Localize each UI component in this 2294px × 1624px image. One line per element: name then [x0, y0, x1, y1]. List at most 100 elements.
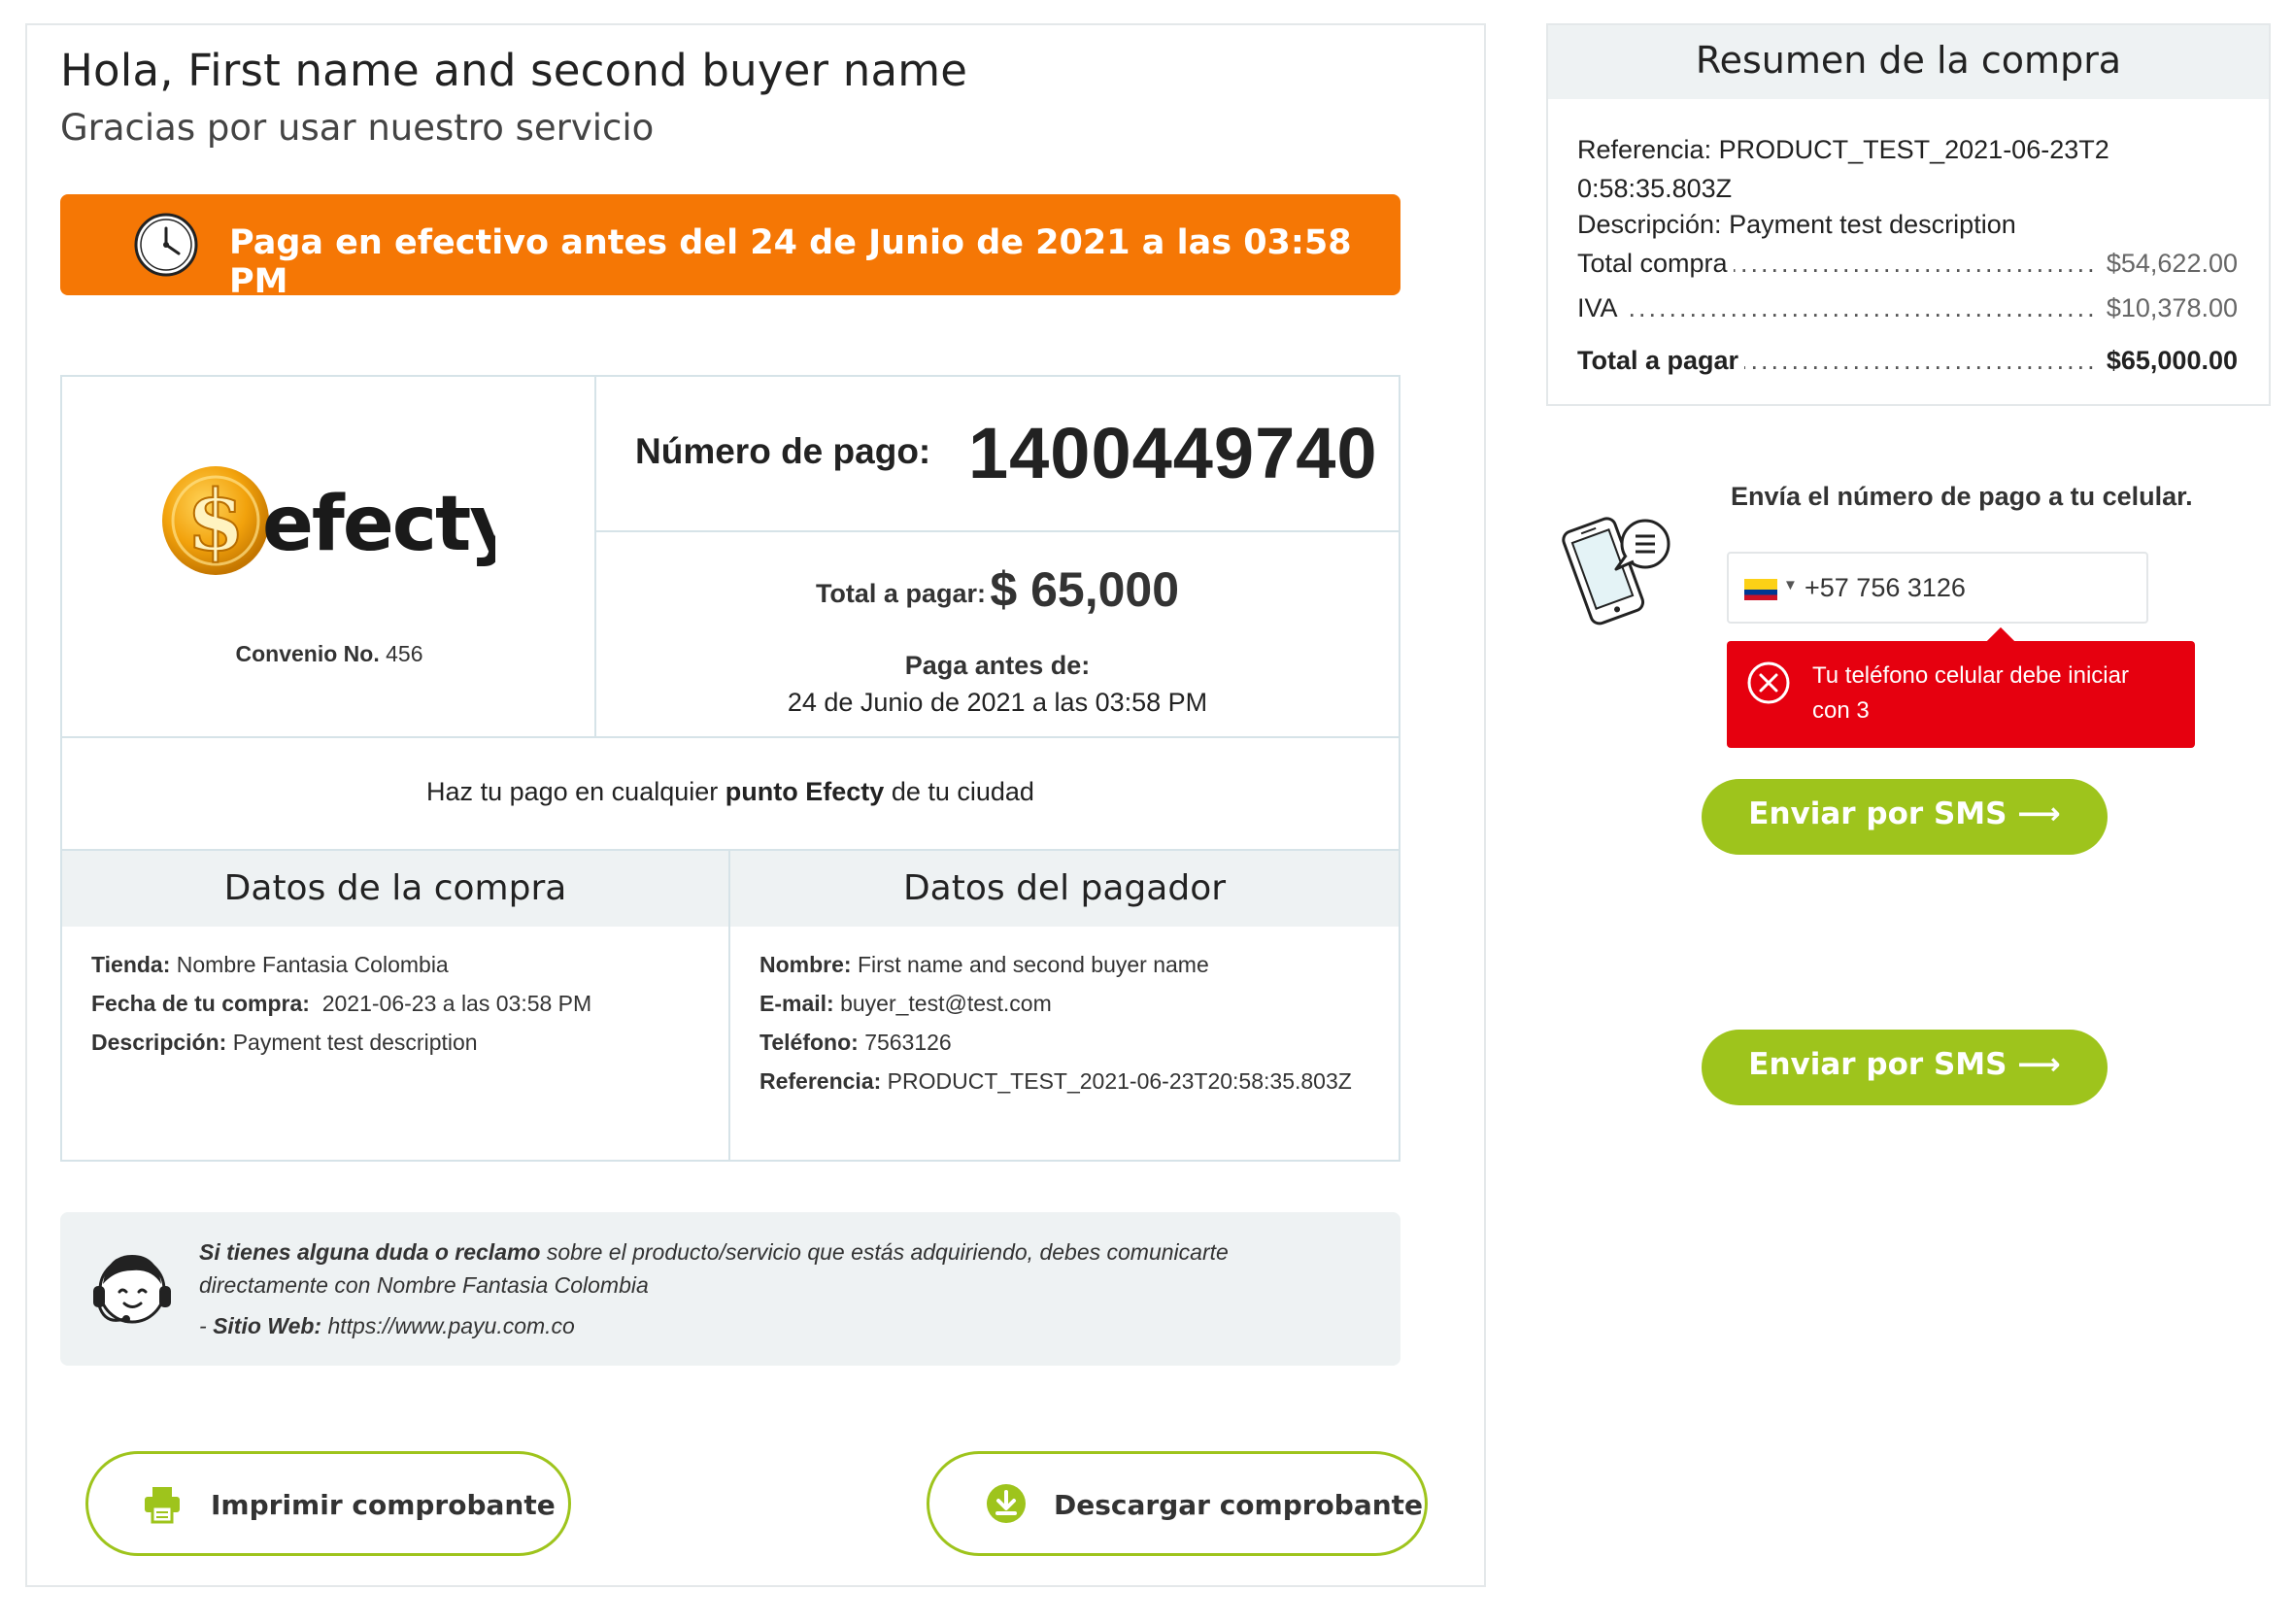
row-label: Referencia:	[759, 1068, 882, 1094]
download-voucher-button[interactable]: Descargar comprobante	[927, 1451, 1428, 1556]
row-value: Nombre Fantasia Colombia	[176, 952, 449, 977]
summary-row-label: Total compra	[1577, 249, 1734, 279]
total-cell: Total a pagar: $ 65,000 Paga antes de: 2…	[596, 532, 1399, 738]
payment-number-cell: Número de pago: 1400449740	[596, 377, 1399, 532]
help-website-label: Sitio Web:	[213, 1313, 322, 1338]
convenio-label: Convenio No.	[235, 641, 380, 666]
clock-icon	[134, 213, 198, 277]
summary-row-label: Total a pagar	[1577, 346, 1745, 376]
download-icon	[987, 1484, 1026, 1523]
help-notice: Si tienes alguna duda o reclamo sobre el…	[60, 1212, 1400, 1366]
greeting-title: Hola, First name and second buyer name	[60, 45, 968, 96]
send-sms-label: Enviar por SMS ⟶	[1702, 796, 2108, 831]
row-label: Descripción:	[91, 1030, 227, 1055]
summary-row-label: IVA	[1577, 293, 1624, 323]
row-value: buyer_test@test.com	[840, 991, 1052, 1016]
summary-reference-label: Referencia:	[1577, 135, 1712, 164]
where-text-pre: Haz tu pago en cualquier	[426, 777, 719, 806]
download-voucher-label: Descargar comprobante	[1054, 1489, 1424, 1521]
payer-row-name: Nombre: First name and second buyer name	[759, 950, 1209, 979]
row-label: Teléfono:	[759, 1030, 859, 1055]
convenio: Convenio No. 456	[62, 641, 596, 667]
where-text-bold: punto Efecty	[725, 777, 885, 806]
help-text-bold: Si tienes alguna duda o reclamo	[199, 1239, 541, 1265]
row-label: E-mail:	[759, 991, 834, 1016]
send-sms-button[interactable]: Enviar por SMS ⟶	[1702, 779, 2108, 855]
total-label: Total a pagar:	[815, 579, 986, 608]
arrow-right-icon: ⟶	[2017, 1047, 2061, 1082]
pay-before-label: Paga antes de:	[904, 651, 1091, 680]
where-text-post: de tu ciudad	[891, 777, 1034, 806]
row-value: 7563126	[864, 1030, 952, 1055]
purchase-data-header: Datos de la compra	[62, 851, 730, 927]
tooltip-arrow	[1986, 626, 2015, 656]
efecty-wordmark: efecty	[262, 481, 495, 568]
help-website-prefix: -	[199, 1313, 214, 1338]
efecty-logo-cell: $ efecty Convenio No. 456	[62, 377, 596, 738]
deadline-banner: Paga en efectivo antes del 24 de Junio d…	[60, 194, 1400, 301]
row-value: 2021-06-23 a las 03:58 PM	[321, 991, 592, 1016]
send-sms-label: Enviar por SMS ⟶	[1702, 1047, 2108, 1082]
payment-details-grid: $ efecty Convenio No. 456 Número de pago…	[60, 375, 1400, 1162]
help-website-url[interactable]: https://www.payu.com.co	[327, 1313, 574, 1338]
colombia-flag-icon[interactable]	[1744, 579, 1777, 600]
send-sms-text: Enviar por SMS	[1748, 796, 2007, 831]
pay-before-date: 24 de Junio de 2021 a las 03:58 PM	[787, 688, 1208, 717]
payer-row-phone: Teléfono: 7563126	[759, 1028, 952, 1057]
country-dropdown-icon[interactable]: ▼	[1783, 577, 1798, 593]
summary-row-value: $65,000.00	[2098, 346, 2238, 376]
summary-row-iva: ........................................…	[1577, 293, 2238, 332]
payer-data-body: Nombre: First name and second buyer name…	[730, 927, 1399, 1160]
payer-data-header: Datos del pagador	[730, 851, 1399, 927]
total-amount: $ 65,000	[990, 562, 1180, 617]
phone-error-message: Tu teléfono celular debe iniciar con 3	[1812, 662, 2129, 724]
error-x-icon	[1747, 661, 1790, 704]
row-label: Fecha de tu compra:	[91, 991, 310, 1016]
purchase-row-description: Descripción: Payment test description	[91, 1028, 478, 1057]
support-agent-icon	[93, 1255, 171, 1324]
arrow-right-icon: ⟶	[2017, 796, 2061, 831]
row-value: PRODUCT_TEST_2021-06-23T20:58:35.803Z	[887, 1068, 1352, 1094]
purchase-data-body: Tienda: Nombre Fantasia Colombia Fecha d…	[62, 927, 730, 1160]
help-website: - Sitio Web: https://www.payu.com.co	[199, 1313, 575, 1339]
phone-message-icon	[1562, 517, 1670, 626]
phone-input[interactable]	[1803, 567, 2127, 608]
payer-data-title: Datos del pagador	[902, 868, 1227, 908]
row-value: First name and second buyer name	[857, 952, 1209, 977]
summary-description: Descripción: Payment test description	[1577, 210, 2016, 240]
payer-row-reference: Referencia: PRODUCT_TEST_2021-06-23T20:5…	[759, 1066, 1371, 1096]
summary-description-label: Descripción:	[1577, 210, 1722, 239]
efecty-logo: $ efecty	[162, 466, 495, 575]
summary-reference: Referencia: PRODUCT_TEST_2021-06-23T20:5…	[1577, 130, 2121, 208]
purchase-row-date: Fecha de tu compra: 2021-06-23 a las 03:…	[91, 989, 591, 1018]
summary-row-value: $10,378.00	[2098, 293, 2238, 323]
summary-row-total-compra: ........................................…	[1577, 249, 2238, 288]
payment-number-value: 1400449740	[968, 413, 1378, 493]
send-sms-text: Enviar por SMS	[1748, 1047, 2007, 1082]
print-voucher-label: Imprimir comprobante	[211, 1489, 556, 1521]
greeting-subtitle: Gracias por usar nuestro servicio	[60, 107, 655, 149]
purchase-summary: Resumen de la compra Referencia: PRODUCT…	[1546, 23, 2271, 406]
purchase-row-store: Tienda: Nombre Fantasia Colombia	[91, 950, 449, 979]
summary-header: Resumen de la compra	[1548, 25, 2269, 99]
summary-row-value: $54,622.00	[2098, 249, 2238, 279]
purchase-data-title: Datos de la compra	[223, 868, 567, 908]
where-to-pay: Haz tu pago en cualquier punto Efecty de…	[62, 738, 1399, 851]
sms-title: Envía el número de pago a tu celular.	[1731, 482, 2193, 511]
deadline-text: Paga en efectivo antes del 24 de Junio d…	[229, 223, 1352, 301]
payment-number-label: Número de pago:	[635, 431, 931, 471]
phone-error-tooltip: Tu teléfono celular debe iniciar con 3	[1727, 626, 2195, 748]
summary-row-total-pagar: ........................................…	[1577, 346, 2238, 385]
summary-title: Resumen de la compra	[1695, 39, 2122, 82]
row-label: Tienda:	[91, 952, 171, 977]
phone-field: ▼	[1727, 552, 2148, 624]
payer-row-email: E-mail: buyer_test@test.com	[759, 989, 1052, 1018]
help-text: Si tienes alguna duda o reclamo sobre el…	[199, 1235, 1316, 1302]
send-sms-button-secondary[interactable]: Enviar por SMS ⟶	[1702, 1030, 2108, 1105]
svg-text:$: $	[186, 472, 245, 570]
printer-icon	[145, 1487, 180, 1524]
row-label: Nombre:	[759, 952, 852, 977]
row-value: Payment test description	[232, 1030, 478, 1055]
print-voucher-button[interactable]: Imprimir comprobante	[85, 1451, 571, 1556]
convenio-value: 456	[386, 641, 423, 666]
